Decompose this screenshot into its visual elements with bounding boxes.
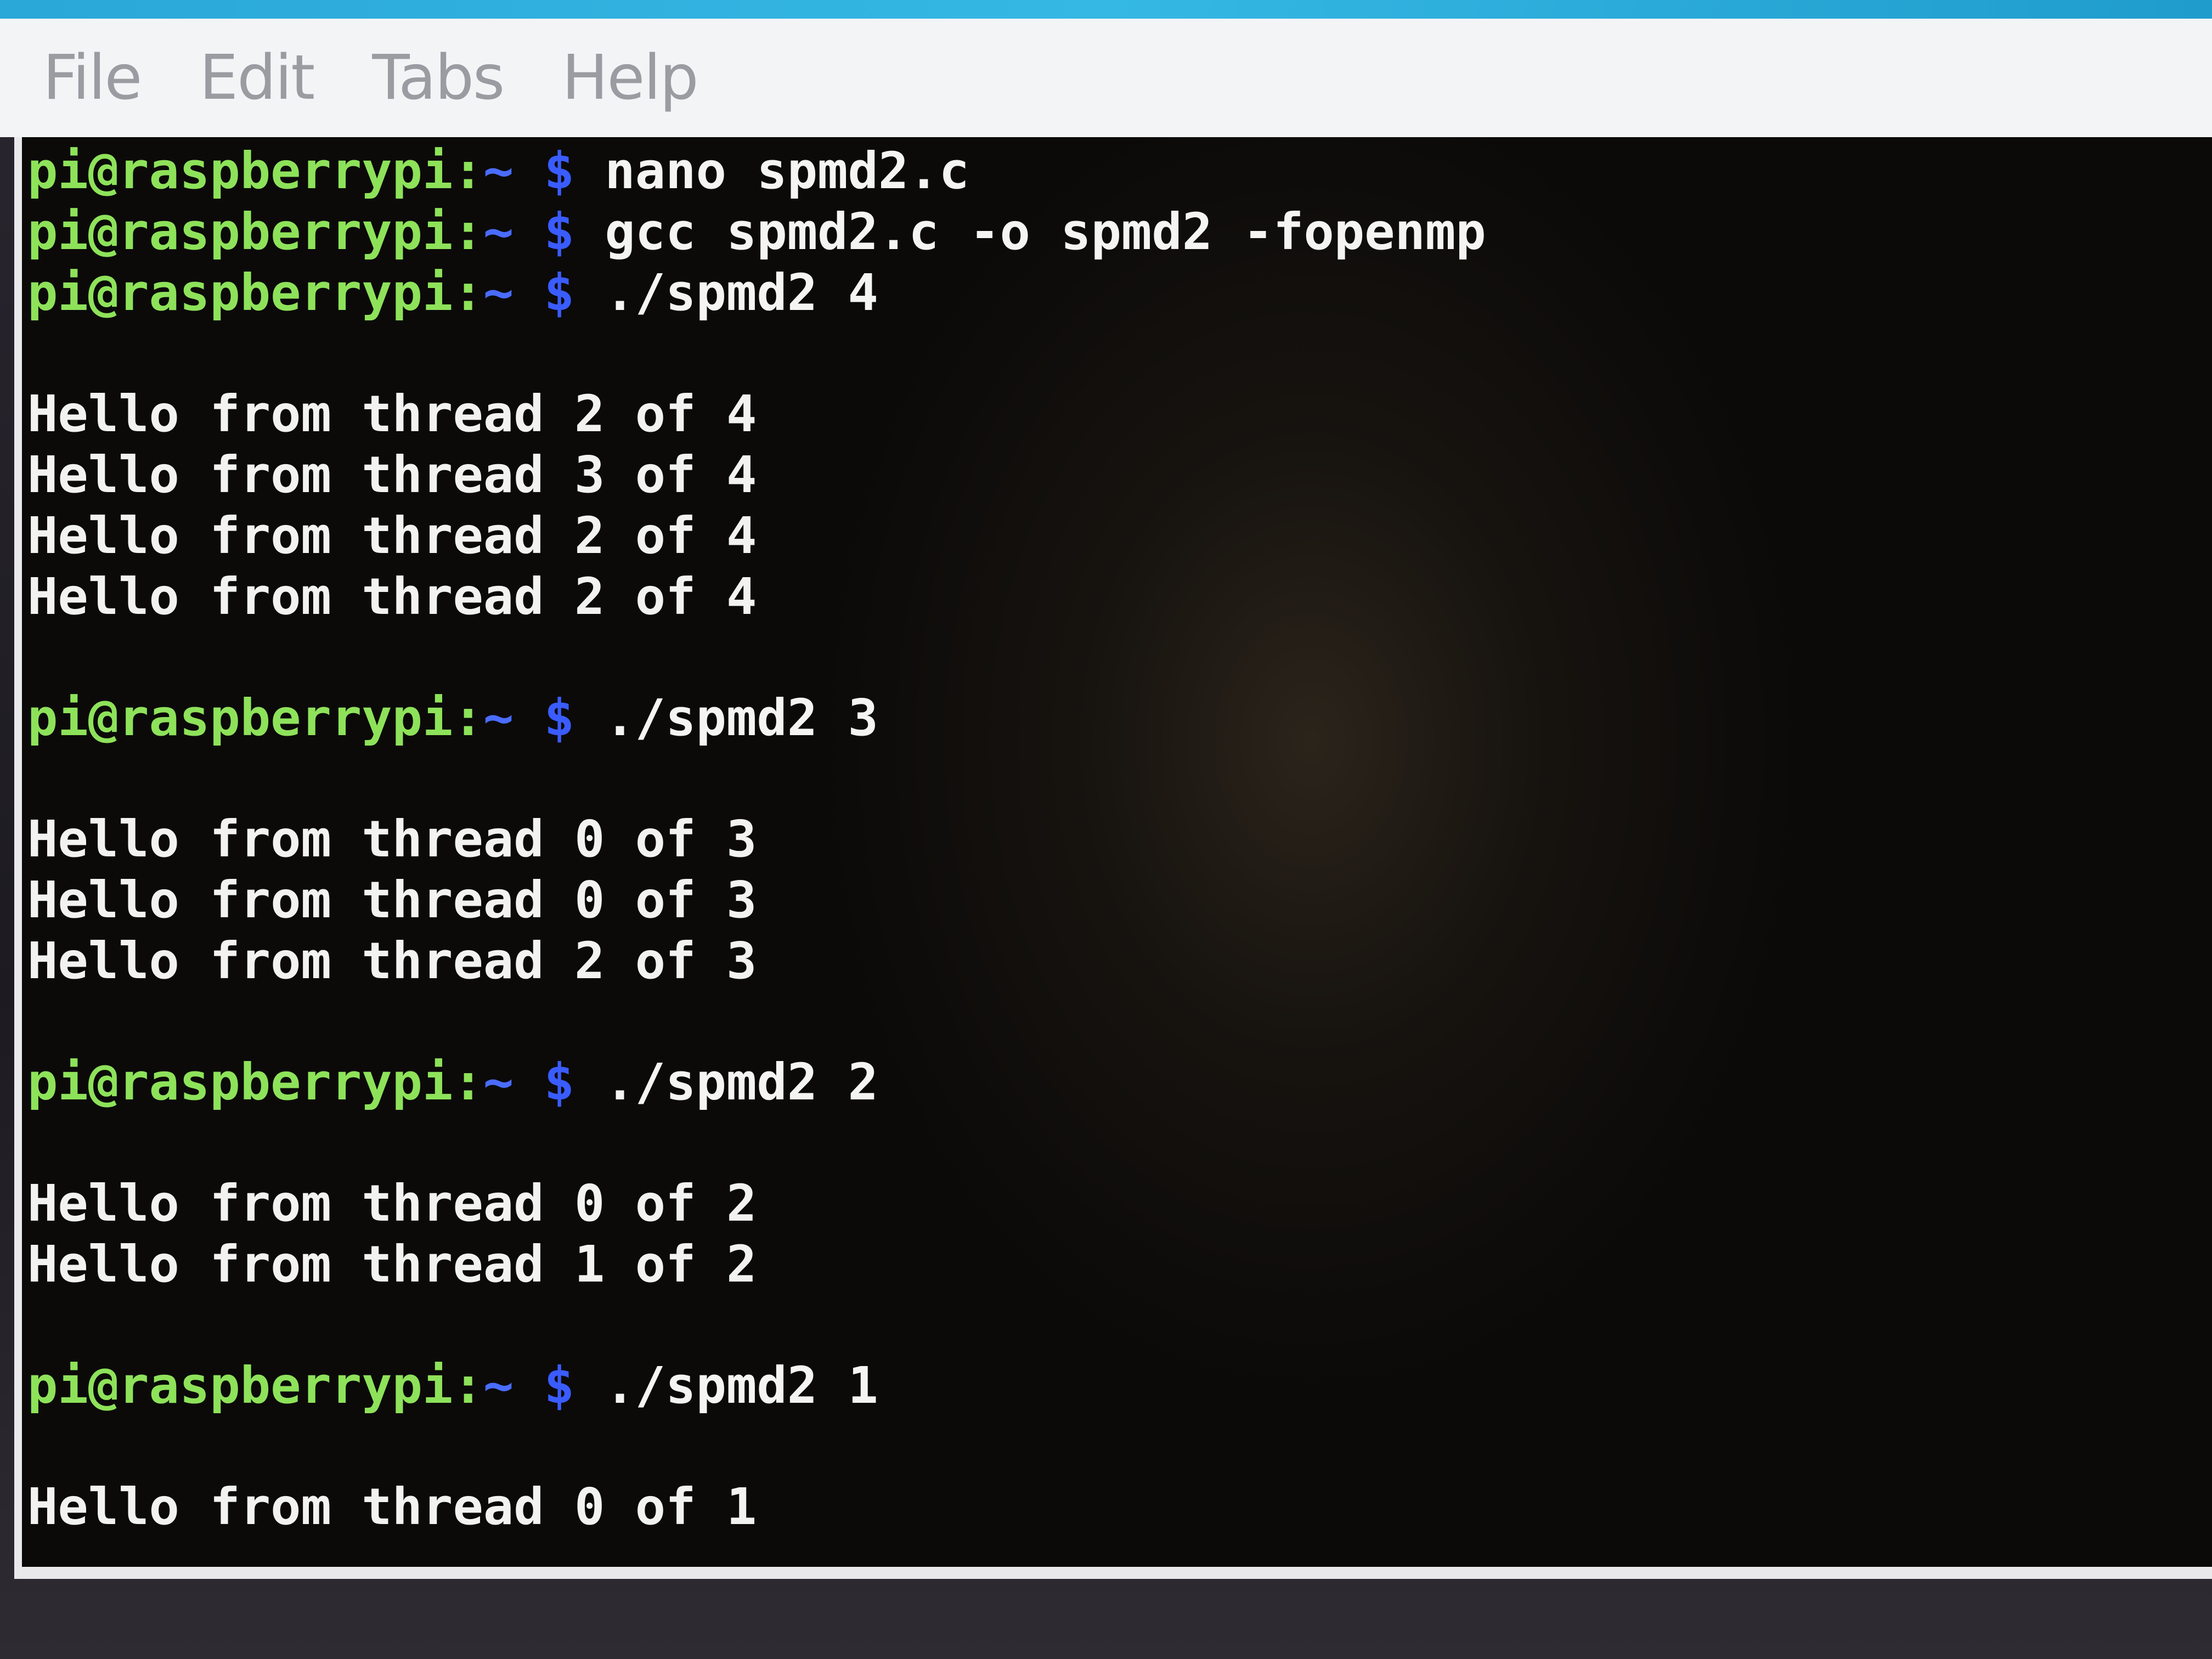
prompt-path: ~ [483,142,514,200]
prompt-sign: $ [544,263,575,322]
menu-help[interactable]: Help [562,42,698,114]
prompt-user-host: pi@raspberrypi [27,142,453,200]
output-line: Hello from thread 1 of 2 [27,1235,757,1294]
command-text: ./spmd2 2 [605,1053,878,1111]
prompt-sign: $ [544,689,575,747]
prompt-separator: : [453,689,483,747]
prompt-sign: $ [544,1053,575,1111]
output-line: Hello from thread 0 of 1 [27,1477,757,1536]
output-line: Hello from thread 0 of 2 [27,1174,757,1233]
prompt-line: pi@raspberrypi:~ $ ./spmd2 1 [27,1355,2212,1416]
prompt-path: ~ [483,1053,514,1111]
output-line: Hello from thread 2 of 3 [27,932,757,990]
prompt-line: pi@raspberrypi:~ $ ./spmd2 2 [27,1052,2212,1113]
output-line: Hello from thread 2 of 4 [27,506,757,565]
prompt-path: ~ [483,202,514,261]
prompt-separator: : [453,1356,483,1415]
command-text: gcc spmd2.c -o spmd2 -fopenmp [605,202,1486,261]
prompt-line: pi@raspberrypi:~ $ gcc spmd2.c -o spmd2 … [27,201,2212,262]
menu-edit[interactable]: Edit [199,42,315,114]
terminal-output-area[interactable]: pi@raspberrypi:~ $ nano spmd2.c pi@raspb… [14,137,2212,1567]
desktop-photo: File Edit Tabs Help pi@raspberrypi:~ $ n… [0,0,2212,1659]
prompt-sign: $ [544,142,575,200]
prompt-user-host: pi@raspberrypi [27,1356,453,1415]
prompt-user-host: pi@raspberrypi [27,689,453,747]
menu-file[interactable]: File [43,42,142,114]
prompt-user-host: pi@raspberrypi [27,202,453,261]
prompt-path: ~ [483,689,514,747]
prompt-separator: : [453,142,483,200]
output-line: Hello from thread 3 of 4 [27,445,757,504]
prompt-sign: $ [544,202,575,261]
prompt-line: pi@raspberrypi:~ $ ./spmd2 4 [27,262,2212,323]
prompt-line: pi@raspberrypi:~ $ nano spmd2.c [27,140,2212,201]
menu-bar: File Edit Tabs Help [0,19,2212,137]
window-title-bar[interactable] [0,0,2212,19]
command-text: ./spmd2 1 [605,1356,878,1415]
prompt-user-host: pi@raspberrypi [27,1053,453,1111]
output-line: Hello from thread 0 of 3 [27,810,757,868]
prompt-path: ~ [483,263,514,322]
menu-tabs[interactable]: Tabs [372,42,505,114]
command-text: nano spmd2.c [605,142,970,200]
prompt-separator: : [453,1053,483,1111]
prompt-user-host: pi@raspberrypi [27,263,453,322]
command-text: ./spmd2 3 [605,689,878,747]
output-line: Hello from thread 0 of 3 [27,871,757,929]
prompt-separator: : [453,202,483,261]
window-bottom-border [14,1567,2212,1579]
prompt-path: ~ [483,1356,514,1415]
output-line: Hello from thread 2 of 4 [27,385,757,443]
command-text: ./spmd2 4 [605,263,878,322]
output-line: Hello from thread 2 of 4 [27,567,757,626]
prompt-separator: : [453,263,483,322]
prompt-sign: $ [544,1356,575,1415]
prompt-line: pi@raspberrypi:~ $ ./spmd2 3 [27,687,2212,748]
